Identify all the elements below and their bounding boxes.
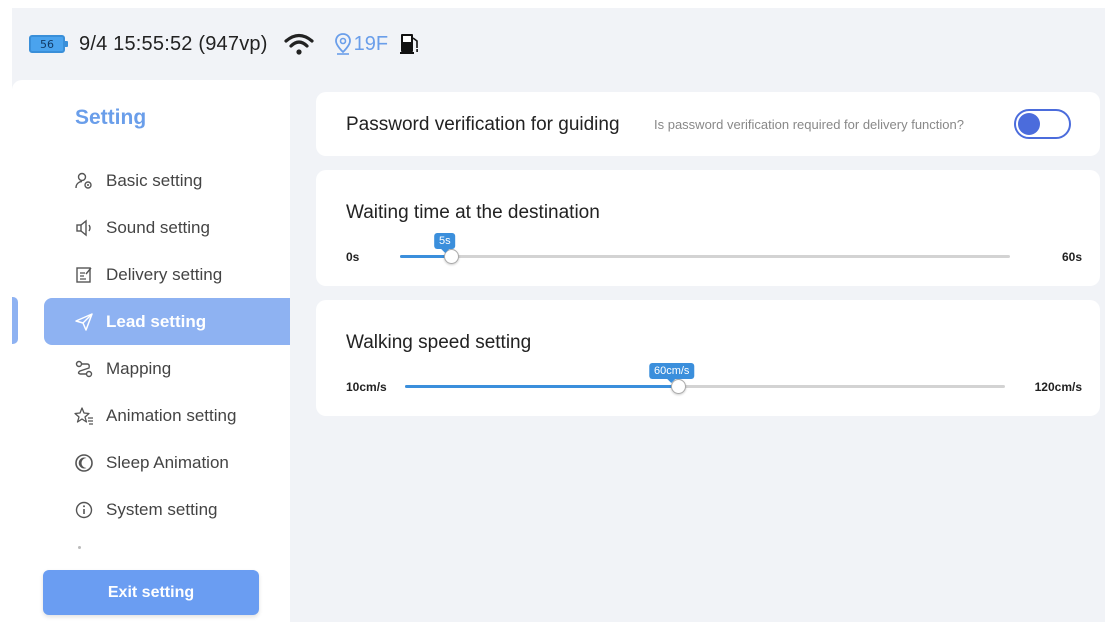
sidebar-item-label: Mapping — [106, 358, 172, 378]
sidebar-title: Setting — [75, 106, 147, 129]
status-bar: 56 9/4 15:55:52 (947vp) 19F — [12, 8, 1105, 80]
settings-screen: 56 9/4 15:55:52 (947vp) 19F Setting Basi… — [12, 8, 1105, 622]
sidebar: Setting Basic setting Sound setting Deli… — [12, 80, 290, 622]
speaker-icon — [74, 218, 94, 238]
sidebar-item-sleep-animation[interactable]: Sleep Animation — [12, 439, 290, 486]
moon-icon — [74, 453, 94, 473]
sidebar-item-lead-setting[interactable]: Lead setting — [44, 298, 290, 345]
status-datetime: 9/4 15:55:52 (947vp) — [79, 32, 268, 55]
sidebar-item-label: System setting — [106, 499, 218, 519]
waiting-time-title: Waiting time at the destination — [346, 202, 600, 223]
sidebar-item-animation-setting[interactable]: Animation setting — [12, 392, 290, 439]
slider-fill — [405, 385, 678, 388]
exit-setting-button[interactable]: Exit setting — [43, 570, 259, 615]
sidebar-item-label: Sound setting — [106, 217, 210, 237]
slider-thumb[interactable]: 5s — [434, 233, 459, 264]
wifi-icon — [283, 32, 314, 56]
sidebar-item-sound-setting[interactable]: Sound setting — [12, 204, 290, 251]
sidebar-item-label: Animation setting — [106, 405, 237, 425]
floor-label: 19F — [353, 32, 389, 55]
user-gear-icon — [74, 171, 94, 191]
password-verification-title: Password verification for guiding — [346, 114, 620, 135]
waiting-time-max-label: 60s — [1061, 250, 1082, 264]
route-icon — [74, 359, 94, 379]
sidebar-item-delivery-setting[interactable]: Delivery setting — [12, 251, 290, 298]
password-verification-hint: Is password verification required for de… — [654, 117, 964, 132]
sidebar-item-label: Basic setting — [106, 170, 203, 190]
star-list-icon — [74, 406, 94, 426]
sidebar-item-system-setting[interactable]: System setting — [12, 486, 290, 533]
floor-indicator: 19F — [334, 33, 388, 56]
password-verification-toggle[interactable] — [1014, 109, 1071, 139]
send-icon — [74, 312, 94, 332]
walking-speed-card: Walking speed setting 10cm/s 60cm/s 120c… — [316, 300, 1100, 416]
waiting-time-min-label: 0s — [346, 250, 360, 264]
location-pin-icon — [334, 33, 351, 55]
waiting-time-card: Waiting time at the destination 0s 5s 60… — [316, 170, 1100, 286]
walking-speed-min-label: 10cm/s — [346, 380, 387, 394]
scroll-indicator — [78, 546, 81, 549]
info-icon — [74, 500, 94, 520]
clipboard-edit-icon — [74, 265, 94, 285]
slider-thumb[interactable]: 60cm/s — [648, 363, 695, 394]
fuel-pump-icon — [398, 32, 422, 56]
battery-level: 56 — [40, 37, 54, 51]
sidebar-item-label: Sleep Animation — [106, 452, 229, 472]
battery-icon: 56 — [29, 35, 68, 53]
walking-speed-slider[interactable]: 60cm/s — [405, 363, 1005, 394]
active-item-marker — [12, 297, 18, 344]
password-verification-card: Password verification for guiding Is pas… — [316, 92, 1100, 156]
walking-speed-max-label: 120cm/s — [1034, 380, 1082, 394]
sidebar-item-label: Delivery setting — [106, 264, 223, 284]
slider-value-bubble: 5s — [434, 233, 456, 253]
slider-value-bubble: 60cm/s — [648, 363, 695, 383]
toggle-knob — [1018, 113, 1040, 135]
sidebar-item-mapping[interactable]: Mapping — [12, 345, 290, 392]
sidebar-item-label: Lead setting — [106, 311, 207, 331]
sidebar-item-basic-setting[interactable]: Basic setting — [12, 157, 290, 204]
waiting-time-slider[interactable]: 5s — [400, 233, 1010, 264]
walking-speed-title: Walking speed setting — [346, 332, 532, 353]
settings-menu: Basic setting Sound setting Delivery set… — [12, 157, 290, 533]
